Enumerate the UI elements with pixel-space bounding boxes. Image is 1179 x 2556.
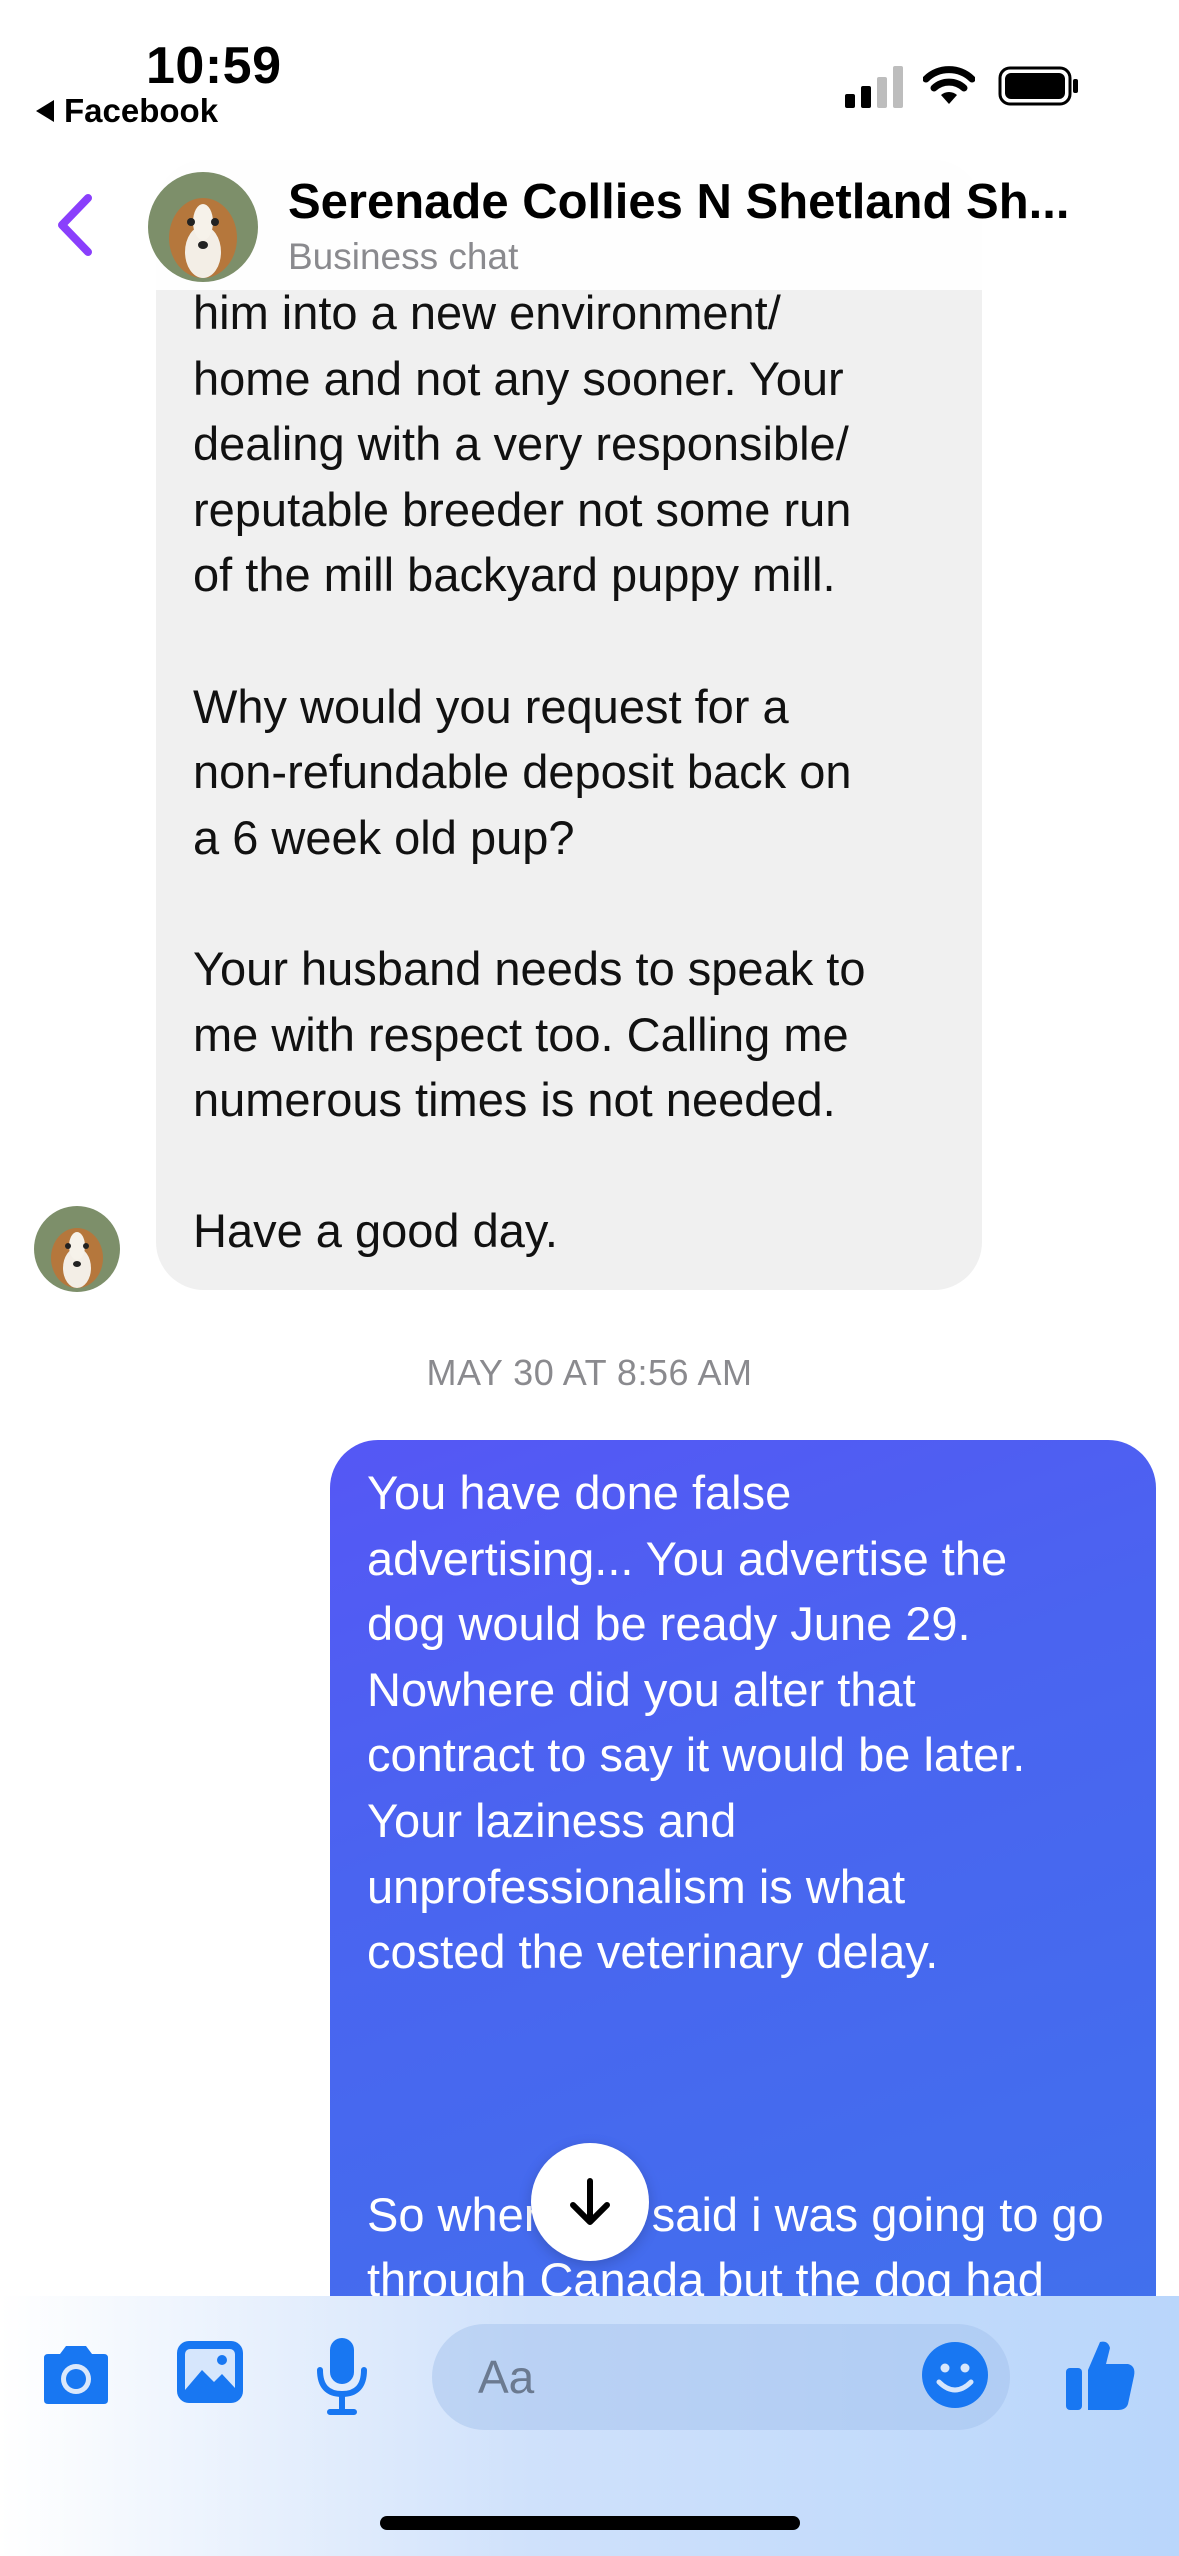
microphone-icon[interactable]: [312, 2336, 372, 2416]
arrow-down-icon: [570, 2178, 610, 2225]
thumbs-up-icon[interactable]: [1064, 2336, 1136, 2412]
message-thread[interactable]: him into a new environment/ home and not…: [0, 0, 1179, 2300]
gallery-icon[interactable]: [174, 2338, 246, 2406]
chat-header: Serenade Collies N Shetland Sh... Busine…: [0, 150, 1179, 290]
chevron-left-icon[interactable]: [50, 190, 100, 260]
outgoing-message-text: You have done false advertising... You a…: [367, 1466, 1104, 2300]
sender-avatar-image: [34, 1206, 120, 1292]
sender-avatar[interactable]: [34, 1206, 120, 1292]
home-indicator[interactable]: [380, 2516, 800, 2530]
message-input-placeholder: Aa: [478, 2351, 535, 2403]
contact-avatar[interactable]: [148, 172, 258, 282]
scroll-to-bottom-button[interactable]: [531, 2143, 649, 2261]
contact-avatar-image: [148, 172, 258, 282]
chat-type-label: Business chat: [288, 236, 519, 277]
incoming-message-text: him into a new environment/ home and not…: [193, 286, 866, 1258]
emoji-icon[interactable]: [920, 2340, 990, 2410]
message-timestamp: MAY 30 AT 8:56 AM: [426, 1352, 753, 1393]
contact-name[interactable]: Serenade Collies N Shetland Sh...: [288, 174, 1118, 230]
camera-icon[interactable]: [38, 2342, 114, 2408]
